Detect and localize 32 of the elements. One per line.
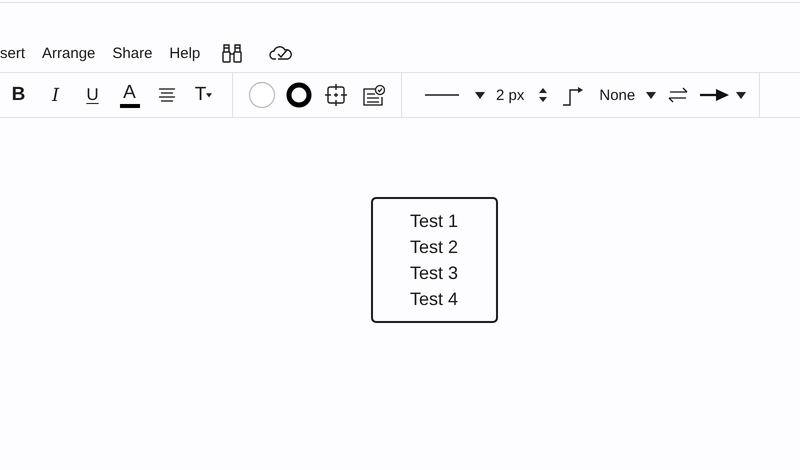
underline-button[interactable]: U (74, 80, 111, 110)
line-jump-value[interactable]: None (591, 80, 644, 110)
cloud-check-icon (269, 44, 294, 62)
elbow-connector-icon (562, 84, 584, 106)
spinner-icon (539, 87, 548, 103)
stroke-ring-icon (284, 81, 312, 109)
card-check-icon (360, 84, 384, 106)
menu-item[interactable]: sert (0, 44, 26, 62)
shape-box[interactable]: Test 1 Test 2 Test 3 Test 4 (370, 197, 498, 323)
italic-button[interactable]: I (37, 80, 74, 110)
menu-item[interactable]: Share (112, 44, 152, 62)
bold-button[interactable]: B (0, 80, 37, 110)
shape-text: Test 1 (410, 210, 458, 233)
caret-icon (646, 91, 656, 99)
align-icon (158, 87, 176, 103)
menu-item[interactable]: Help (169, 44, 200, 62)
caret-icon (206, 91, 212, 99)
arrow-icon (700, 88, 730, 102)
shape-text: Test 3 (410, 262, 458, 285)
crosshair-icon (324, 84, 346, 106)
menu-item[interactable]: Arrange (42, 44, 96, 62)
swap-arrows-icon (666, 86, 689, 104)
binoculars-icon (221, 42, 244, 64)
shape-text: Test 4 (410, 288, 458, 311)
text-size-button[interactable]: T (185, 80, 222, 110)
fill-circle-icon (248, 81, 276, 109)
line-style-icon (425, 93, 459, 97)
text-color-button[interactable]: A (111, 78, 148, 112)
caret-icon (736, 91, 746, 99)
line-width-value[interactable]: 2 px (488, 80, 532, 110)
shape-text: Test 2 (410, 236, 458, 259)
caret-icon (475, 91, 485, 99)
